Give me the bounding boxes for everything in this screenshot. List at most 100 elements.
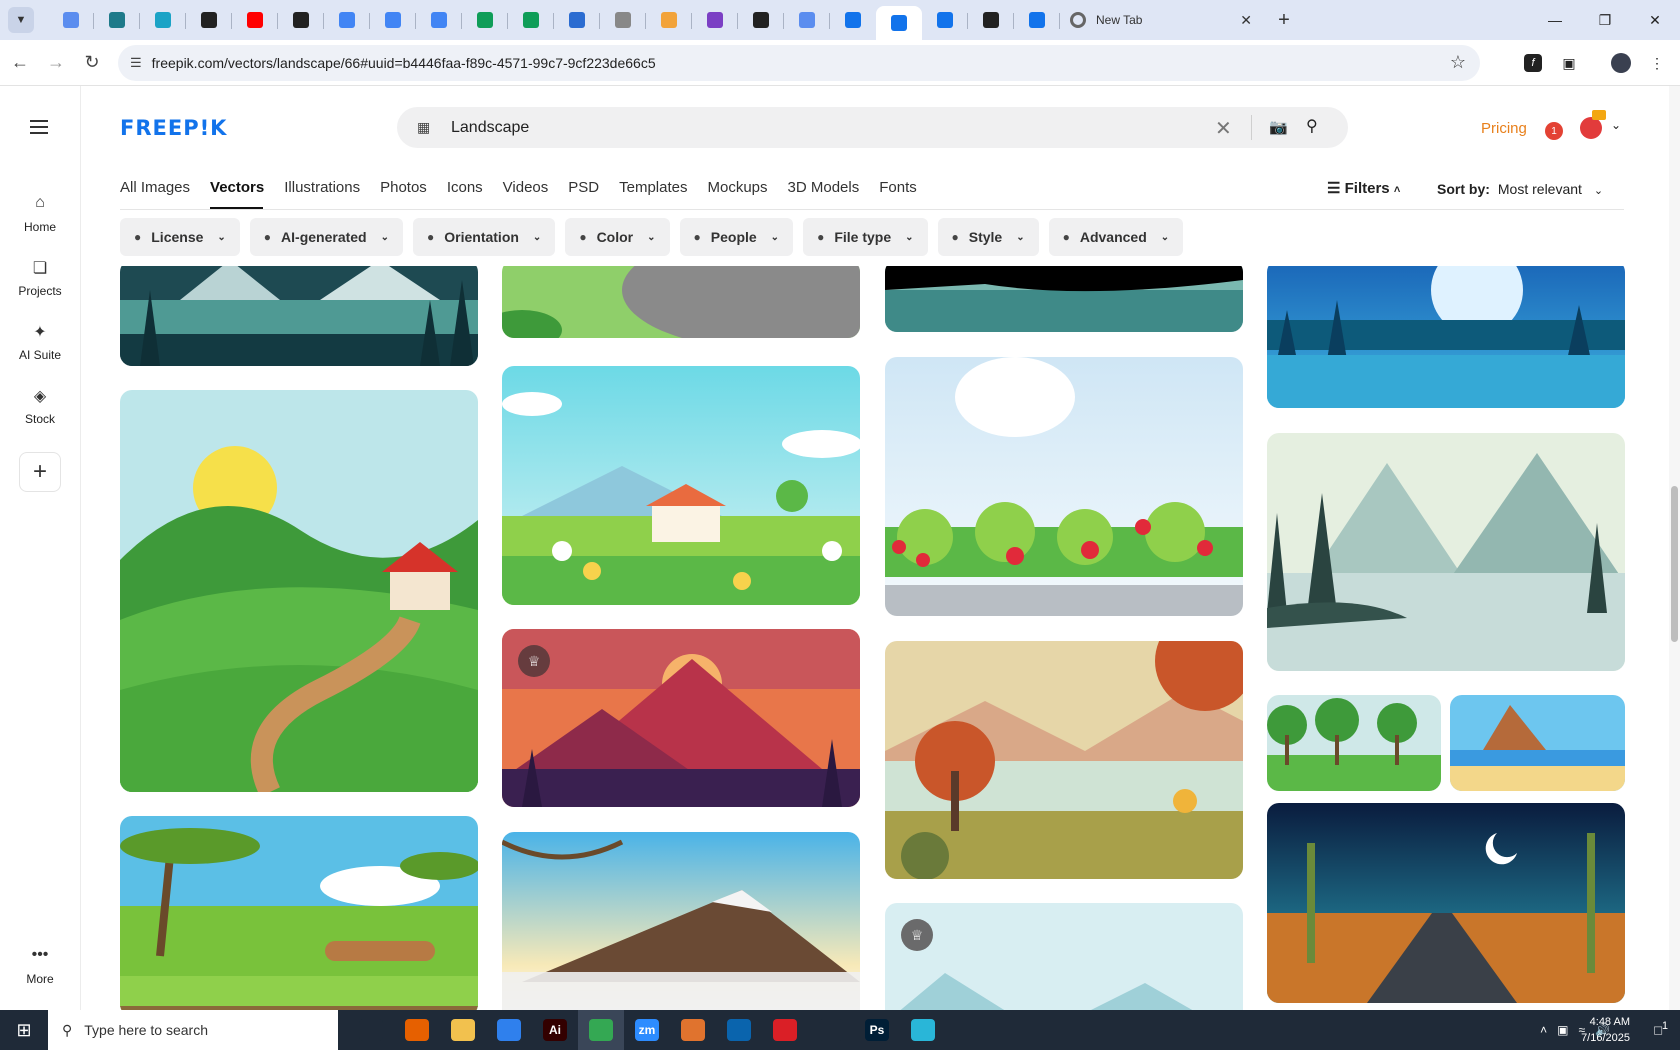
taskbar-search-box[interactable]: ⚲ Type here to search — [48, 1010, 338, 1050]
restore-button[interactable]: ❐ — [1580, 0, 1630, 40]
sidebar-item-home[interactable]: ⌂ Home — [0, 194, 80, 234]
browser-tab[interactable] — [324, 4, 370, 36]
category-tab[interactable]: Fonts — [879, 179, 917, 196]
tab-search-button[interactable]: ▼ — [8, 7, 34, 33]
image-card[interactable] — [1267, 433, 1625, 671]
category-tab[interactable]: Videos — [503, 179, 549, 196]
image-card[interactable] — [1267, 803, 1625, 1003]
image-card[interactable] — [1450, 695, 1625, 791]
browser-tab[interactable] — [554, 4, 600, 36]
browser-tab[interactable] — [784, 4, 830, 36]
taskbar-app[interactable] — [486, 1010, 532, 1050]
image-card[interactable] — [885, 641, 1243, 879]
bookmark-star-icon[interactable]: ☆ — [1450, 52, 1466, 73]
taskbar-app[interactable] — [900, 1010, 946, 1050]
tab-new-tab[interactable]: New Tab ✕ — [1060, 4, 1264, 36]
image-card[interactable] — [502, 366, 860, 605]
back-button[interactable]: ← — [4, 47, 36, 79]
image-card[interactable] — [1267, 266, 1625, 408]
windows-start-icon[interactable]: ⊞ — [0, 1010, 48, 1050]
browser-tab[interactable] — [232, 4, 278, 36]
pricing-link[interactable]: Pricing — [1481, 120, 1527, 137]
site-info-icon[interactable]: ☰ — [130, 55, 142, 71]
sidebar-item-projects[interactable]: ❏ Projects — [0, 258, 80, 298]
image-card[interactable] — [502, 832, 860, 1010]
filters-toggle[interactable]: ☰ Filters ˄ — [1327, 179, 1400, 197]
browser-tab[interactable] — [968, 4, 1014, 36]
filter-chip[interactable]: ● Orientation ⌄ — [413, 218, 556, 256]
taskbar-app[interactable] — [762, 1010, 808, 1050]
search-type-icon[interactable]: ▦ — [417, 119, 437, 136]
browser-tab[interactable] — [646, 4, 692, 36]
category-tab[interactable]: Illustrations — [284, 179, 360, 196]
filter-chip[interactable]: ● People ⌄ — [679, 218, 794, 256]
category-tab[interactable]: 3D Models — [788, 179, 860, 196]
category-tab[interactable]: Icons — [447, 179, 483, 196]
image-card[interactable] — [502, 266, 860, 338]
browser-tab[interactable] — [140, 4, 186, 36]
search-input[interactable] — [451, 118, 1151, 137]
new-tab-button[interactable]: + — [1272, 9, 1296, 32]
taskbar-clock[interactable]: 4:48 AM 7/16/2025 — [1581, 1014, 1630, 1046]
taskbar-app[interactable] — [670, 1010, 716, 1050]
browser-tab[interactable] — [508, 4, 554, 36]
browser-tab[interactable] — [738, 4, 784, 36]
browser-tab[interactable] — [1014, 4, 1060, 36]
browser-tab[interactable] — [462, 4, 508, 36]
browser-tab[interactable] — [370, 4, 416, 36]
image-card[interactable]: ♕ — [502, 629, 860, 807]
taskbar-app[interactable]: Ai — [532, 1010, 578, 1050]
sidebar-item-ai-suite[interactable]: ✦ AI Suite — [0, 322, 80, 362]
user-avatar[interactable] — [1580, 117, 1602, 139]
taskbar-app[interactable] — [440, 1010, 486, 1050]
sort-dropdown[interactable]: Sort by: Most relevant ⌄ — [1437, 181, 1603, 197]
filter-chip[interactable]: ● License ⌄ — [120, 218, 240, 256]
taskbar-app[interactable] — [716, 1010, 762, 1050]
close-window-button[interactable]: ✕ — [1630, 0, 1680, 40]
browser-tab[interactable] — [416, 4, 462, 36]
omnibox[interactable]: ☰ freepik.com/vectors/landscape/66#uuid=… — [118, 45, 1480, 81]
image-card[interactable]: ♕ — [885, 903, 1243, 1010]
image-card[interactable] — [885, 266, 1243, 332]
clear-search-icon[interactable]: ✕ — [1215, 116, 1232, 141]
taskbar-app[interactable] — [578, 1010, 624, 1050]
sidebar-item-stock[interactable]: ◈ Stock — [0, 386, 80, 426]
hamburger-menu-icon[interactable] — [30, 120, 48, 134]
image-card[interactable] — [120, 390, 478, 792]
network-icon[interactable]: ▣ — [1557, 1023, 1568, 1037]
category-tab[interactable]: Photos — [380, 179, 427, 196]
freepik-logo[interactable]: FREEP!K — [120, 116, 227, 140]
sidebar-item-more[interactable]: ••• More — [0, 946, 80, 986]
image-card[interactable] — [120, 816, 478, 1010]
taskbar-app[interactable] — [394, 1010, 440, 1050]
camera-search-icon[interactable]: 📷 — [1269, 118, 1288, 136]
browser-tab[interactable] — [48, 4, 94, 36]
taskbar-app[interactable]: zm — [624, 1010, 670, 1050]
scrollbar-thumb[interactable] — [1671, 486, 1678, 642]
create-plus-button[interactable]: + — [19, 452, 61, 492]
forward-button[interactable]: → — [40, 47, 72, 79]
profile-avatar-icon[interactable] — [1608, 50, 1634, 76]
category-tab[interactable]: Mockups — [707, 179, 767, 196]
browser-tab[interactable] — [876, 6, 922, 40]
filter-chip[interactable]: ● File type ⌄ — [803, 218, 928, 256]
taskbar-app[interactable] — [808, 1010, 854, 1050]
filter-chip[interactable]: ● AI-generated ⌄ — [249, 218, 403, 256]
image-card[interactable] — [120, 266, 478, 366]
taskbar-app[interactable] — [348, 1010, 394, 1050]
taskbar-app[interactable]: Ps — [854, 1010, 900, 1050]
search-icon[interactable]: ⚲ — [1306, 116, 1318, 136]
page-scrollbar[interactable] — [1669, 86, 1680, 1010]
browser-tab[interactable] — [278, 4, 324, 36]
chevron-up-icon[interactable]: ˄ — [1540, 1023, 1547, 1037]
filter-chip[interactable]: ● Advanced ⌄ — [1048, 218, 1184, 256]
browser-tab[interactable] — [692, 4, 738, 36]
browser-tab[interactable] — [830, 4, 876, 36]
browser-tab[interactable] — [94, 4, 140, 36]
image-card[interactable] — [885, 357, 1243, 616]
browser-tab[interactable] — [922, 4, 968, 36]
browser-tab[interactable] — [600, 4, 646, 36]
extensions-puzzle-icon[interactable]: ▣ — [1556, 50, 1582, 76]
filter-chip[interactable]: ● Color ⌄ — [565, 218, 670, 256]
extension-f-icon[interactable]: f — [1520, 50, 1546, 76]
